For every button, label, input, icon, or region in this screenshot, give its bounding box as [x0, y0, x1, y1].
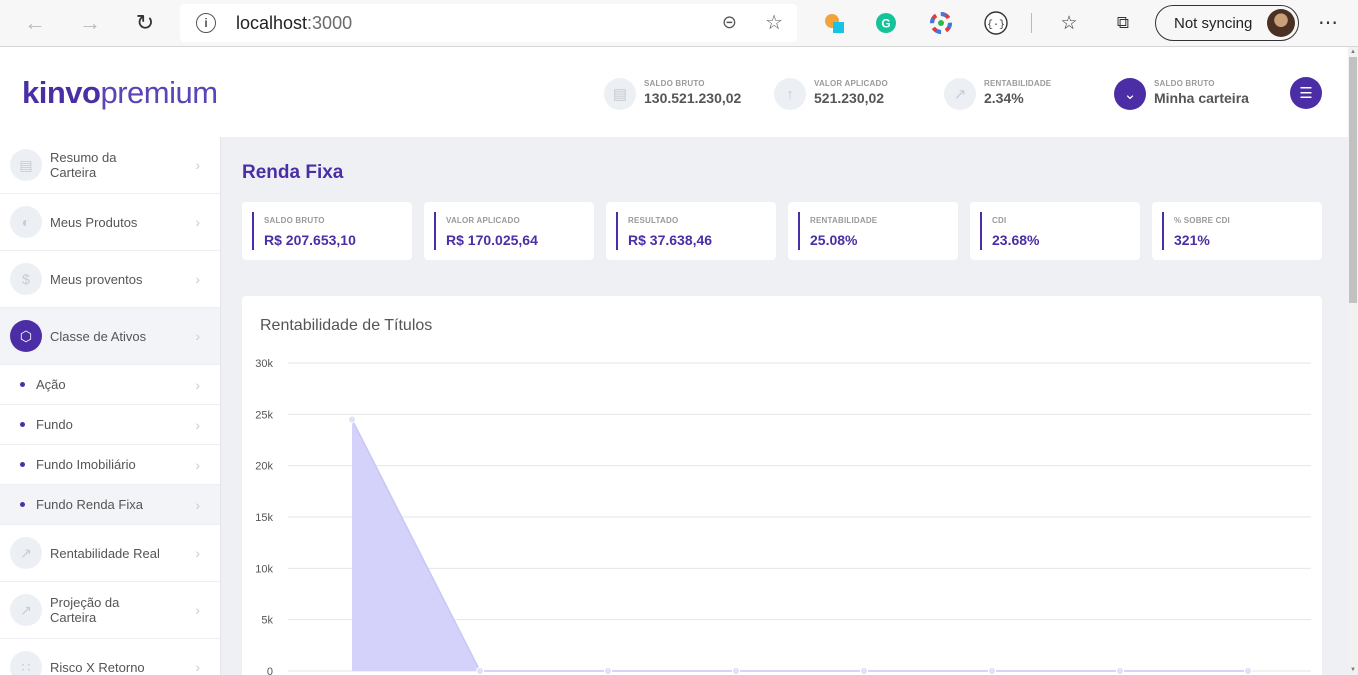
chevron-right-icon: ›: [195, 271, 200, 287]
data-point: [860, 667, 868, 675]
arrow-up-icon: ↑: [774, 78, 806, 110]
pie-icon: ◐: [10, 206, 42, 238]
data-point: [476, 667, 484, 675]
summary-card-resultado: RESULTADO R$ 37.638,46: [606, 202, 776, 260]
page-scrollbar[interactable]: ▲ ▼: [1348, 47, 1358, 675]
forward-arrow-icon[interactable]: →: [70, 3, 110, 43]
page-title: Renda Fixa: [242, 162, 344, 183]
card-accent-bar: [434, 212, 436, 250]
y-tick-label: 30k: [255, 358, 273, 370]
sidebar-item-classe-ativos[interactable]: ⬡ Classe de Ativos ›: [0, 308, 220, 365]
summary-card-sobre-cdi: % SOBRE CDI 321%: [1152, 202, 1322, 260]
bullet-dot: [20, 422, 25, 427]
app-header: kinvopremium ▤ SALDO BRUTO 130.521.230,0…: [0, 47, 1348, 137]
color-wheel-icon[interactable]: [929, 11, 953, 35]
data-point: [1116, 667, 1124, 675]
card-accent-bar: [980, 212, 982, 250]
sidebar-subitem-fundo[interactable]: Fundo ›: [0, 405, 220, 445]
avatar: [1267, 9, 1295, 37]
info-icon[interactable]: i: [196, 13, 216, 33]
browser-toolbar: ← → ↻ i localhost:3000 ⊝ ☆ G {·} ☆ ⧉ Not…: [0, 0, 1358, 47]
sidebar-item-rentabilidade-real[interactable]: ↗ Rentabilidade Real ›: [0, 525, 220, 582]
summary-card-cdi: CDI 23.68%: [970, 202, 1140, 260]
y-tick-label: 0: [267, 666, 273, 675]
y-tick-label: 15k: [255, 512, 273, 524]
card-accent-bar: [798, 212, 800, 250]
chevron-right-icon: ›: [195, 602, 200, 618]
summary-card-valor-aplicado: VALOR APLICADO R$ 170.025,64: [424, 202, 594, 260]
chevron-right-icon: ›: [195, 496, 200, 513]
favorites-icon[interactable]: ☆: [1057, 11, 1081, 35]
card-accent-bar: [252, 212, 254, 250]
data-point: [604, 667, 612, 675]
scroll-down-icon[interactable]: ▼: [1350, 667, 1356, 673]
data-point: [988, 667, 996, 675]
y-tick-label: 10k: [255, 563, 273, 575]
chevron-right-icon: ›: [195, 545, 200, 561]
dollar-icon: $: [10, 263, 42, 295]
chevron-right-icon: ›: [195, 214, 200, 230]
wallet-icon: ▤: [10, 149, 42, 181]
chevron-right-icon: ›: [195, 456, 200, 473]
wallet-icon: ▤: [604, 78, 636, 110]
data-point: [348, 415, 356, 424]
address-bar[interactable]: i localhost:3000 ⊝ ☆: [180, 4, 797, 42]
data-point: [732, 667, 740, 675]
code-icon[interactable]: {·}: [984, 11, 1008, 35]
y-tick-label: 20k: [255, 461, 273, 473]
sync-label: Not syncing: [1174, 14, 1253, 32]
grammarly-icon[interactable]: G: [874, 11, 898, 35]
sidebar-subitem-acao[interactable]: Ação ›: [0, 365, 220, 405]
trend-icon: ↗: [10, 537, 42, 569]
scroll-up-icon[interactable]: ▲: [1350, 49, 1356, 55]
chevron-down-icon[interactable]: ⌄: [1114, 78, 1146, 110]
url-text[interactable]: localhost:3000: [236, 13, 352, 34]
rentabilidade-chart: 0 5k 10k 15k 20k 25k 30k: [255, 358, 1311, 675]
card-accent-bar: [616, 212, 618, 250]
data-point: [1244, 667, 1252, 675]
cube-icon: ⬡: [10, 320, 42, 352]
area-series: [352, 419, 1248, 671]
zoom-out-icon[interactable]: ⊝: [722, 12, 737, 33]
y-tick-label: 5k: [261, 615, 273, 627]
sidebar-item-resumo[interactable]: ▤ Resumo da Carteira ›: [0, 137, 220, 194]
summary-card-rentabilidade: RENTABILIDADE 25.08%: [788, 202, 958, 260]
bullet-dot: [20, 382, 25, 387]
add-favorite-icon[interactable]: ☆: [765, 10, 783, 35]
extension-icon[interactable]: [822, 11, 846, 35]
sidebar: ▤ Resumo da Carteira › ◐ Meus Produtos ›…: [0, 137, 221, 675]
kinvo-logo[interactable]: kinvopremium: [22, 75, 218, 111]
sidebar-item-risco-retorno[interactable]: ∷ Risco X Retorno ›: [0, 639, 220, 675]
scatter-icon: ∷: [10, 651, 42, 675]
back-arrow-icon[interactable]: ←: [15, 3, 55, 43]
svg-text:{·}: {·}: [987, 19, 1005, 31]
chevron-right-icon: ›: [195, 416, 200, 433]
card-accent-bar: [1162, 212, 1164, 250]
toolbar-divider: [1031, 13, 1032, 33]
chart-card: Rentabilidade de Títulos 0 5k 10k 15k 20k 25k…: [242, 296, 1322, 675]
chevron-right-icon: ›: [195, 157, 200, 173]
y-tick-label: 25k: [255, 409, 273, 421]
sidebar-item-produtos[interactable]: ◐ Meus Produtos ›: [0, 194, 220, 251]
series-line: [351, 419, 1248, 672]
trend-icon: ↗: [10, 594, 42, 626]
chevron-right-icon: ›: [195, 328, 200, 344]
trend-icon: ↗: [944, 78, 976, 110]
sidebar-item-proventos[interactable]: $ Meus proventos ›: [0, 251, 220, 308]
refresh-icon[interactable]: ↻: [125, 3, 165, 43]
bullet-dot: [20, 502, 25, 507]
collections-icon[interactable]: ⧉: [1111, 11, 1135, 35]
scrollbar-thumb[interactable]: [1349, 57, 1357, 303]
more-icon[interactable]: ⋯: [1318, 10, 1339, 35]
list-menu-icon[interactable]: ☰: [1290, 77, 1322, 109]
chevron-right-icon: ›: [195, 659, 200, 675]
sidebar-item-projecao[interactable]: ↗ Projeção da Carteira ›: [0, 582, 220, 639]
svg-text:G: G: [881, 17, 890, 31]
chevron-right-icon: ›: [195, 376, 200, 393]
profile-sync-button[interactable]: Not syncing: [1155, 5, 1299, 41]
sidebar-subitem-fundo-imobiliario[interactable]: Fundo Imobiliário ›: [0, 445, 220, 485]
bullet-dot: [20, 462, 25, 467]
sidebar-subitem-fundo-renda-fixa[interactable]: Fundo Renda Fixa ›: [0, 485, 220, 525]
summary-card-saldo-bruto: SALDO BRUTO R$ 207.653,10: [242, 202, 412, 260]
